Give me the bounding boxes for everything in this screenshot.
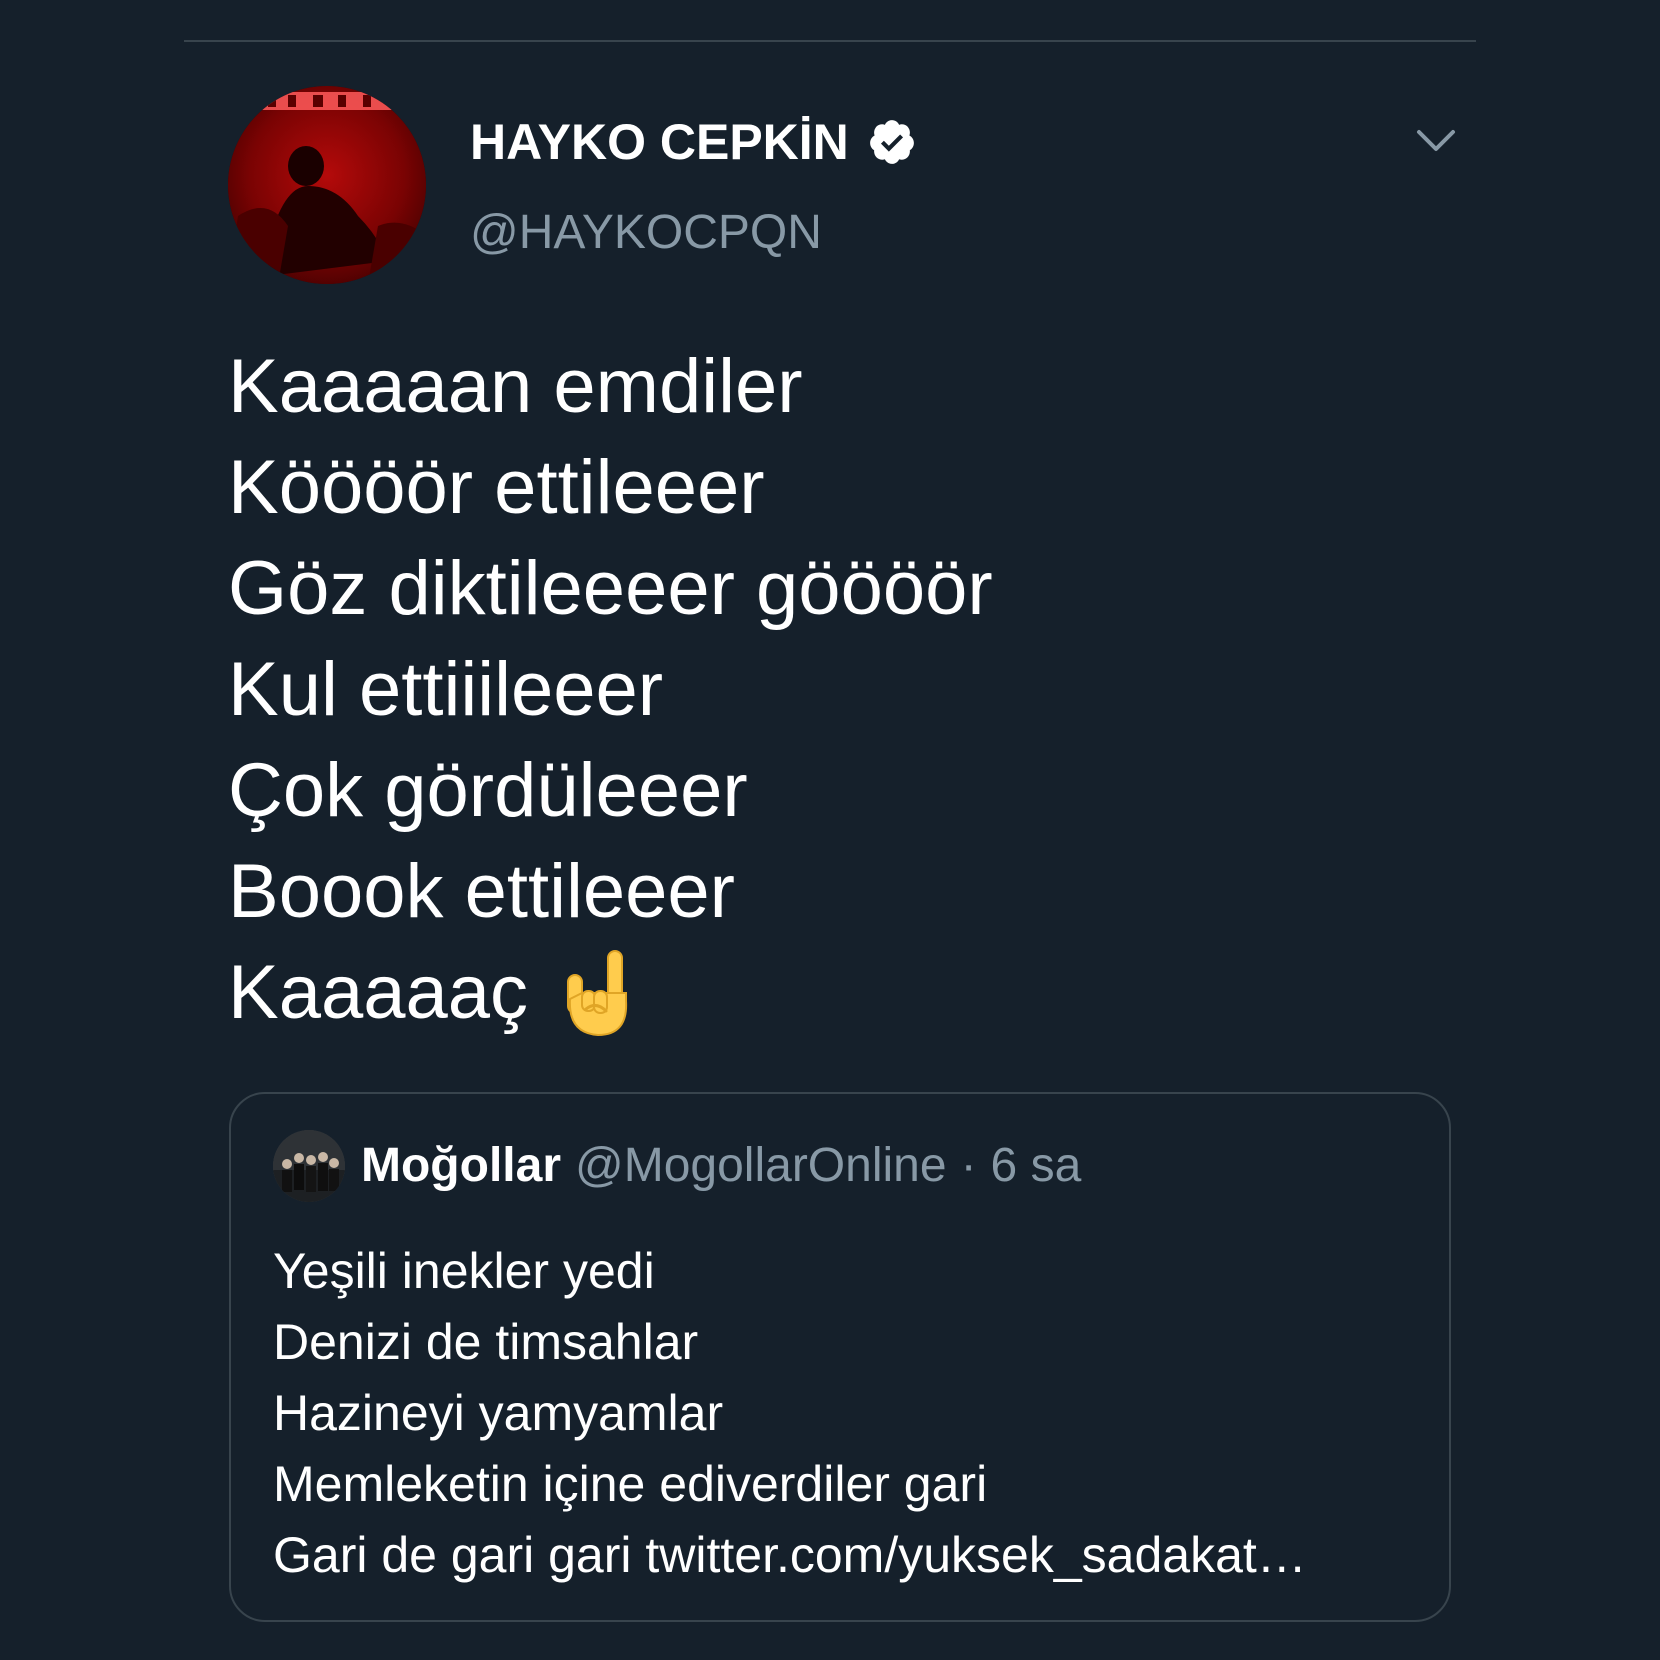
tweet-line-text: Kaaaaaç bbox=[228, 950, 529, 1035]
quoted-author-handle: @MogollarOnline bbox=[575, 1139, 947, 1192]
quoted-line-with-link[interactable]: Gari de gari gari twitter.com/yuksek_sad… bbox=[273, 1520, 1433, 1591]
quoted-line: Hazineyi yamyamlar bbox=[273, 1385, 724, 1441]
tweet-line: Kul ettiiileeer bbox=[228, 647, 664, 732]
tweet-line-last: Kaaaaaç bbox=[228, 942, 1468, 1043]
chevron-down-icon bbox=[1417, 130, 1455, 151]
quoted-author-avatar bbox=[273, 1130, 345, 1202]
author-handle[interactable]: @HAYKOCPQN bbox=[470, 204, 822, 262]
quoted-line: Memleketin içine ediverdiler gari bbox=[273, 1456, 988, 1512]
tweet-line: Çok gördüleeer bbox=[228, 748, 748, 833]
quoted-tweet-text: Yeşili inekler yedi Denizi de timsahlar … bbox=[273, 1236, 1433, 1591]
tweet-line: Göz diktileeeer göööör bbox=[228, 546, 993, 631]
author-name-text[interactable]: HAYKO CEPKİN bbox=[470, 112, 849, 172]
verified-badge-icon bbox=[867, 117, 917, 167]
quoted-tweet-card[interactable]: Moğollar @MogollarOnline · 6 sa Yeşili i… bbox=[229, 1092, 1451, 1622]
author-avatar[interactable] bbox=[228, 86, 426, 284]
author-display-name[interactable]: HAYKO CEPKİN bbox=[470, 112, 917, 172]
tweet-line: Boook ettileeer bbox=[228, 849, 735, 934]
top-divider bbox=[184, 40, 1476, 42]
quoted-timestamp: 6 sa bbox=[990, 1139, 1082, 1192]
tweet-line: Kaaaaan emdiler bbox=[228, 344, 803, 429]
more-options-button[interactable] bbox=[1404, 116, 1468, 166]
quoted-author-name: Moğollar bbox=[361, 1139, 561, 1192]
quoted-tweet-header: Moğollar @MogollarOnline · 6 sa bbox=[273, 1130, 1081, 1202]
tweet-line: Köööör ettileeer bbox=[228, 445, 765, 530]
header-separator: · bbox=[960, 1139, 977, 1192]
quoted-line: Denizi de timsahlar bbox=[273, 1314, 699, 1370]
tweet-text: Kaaaaan emdiler Köööör ettileeer Göz dik… bbox=[228, 336, 1468, 1043]
quoted-line: Yeşili inekler yedi bbox=[273, 1243, 655, 1299]
sign-of-the-horns-icon bbox=[562, 949, 634, 1037]
